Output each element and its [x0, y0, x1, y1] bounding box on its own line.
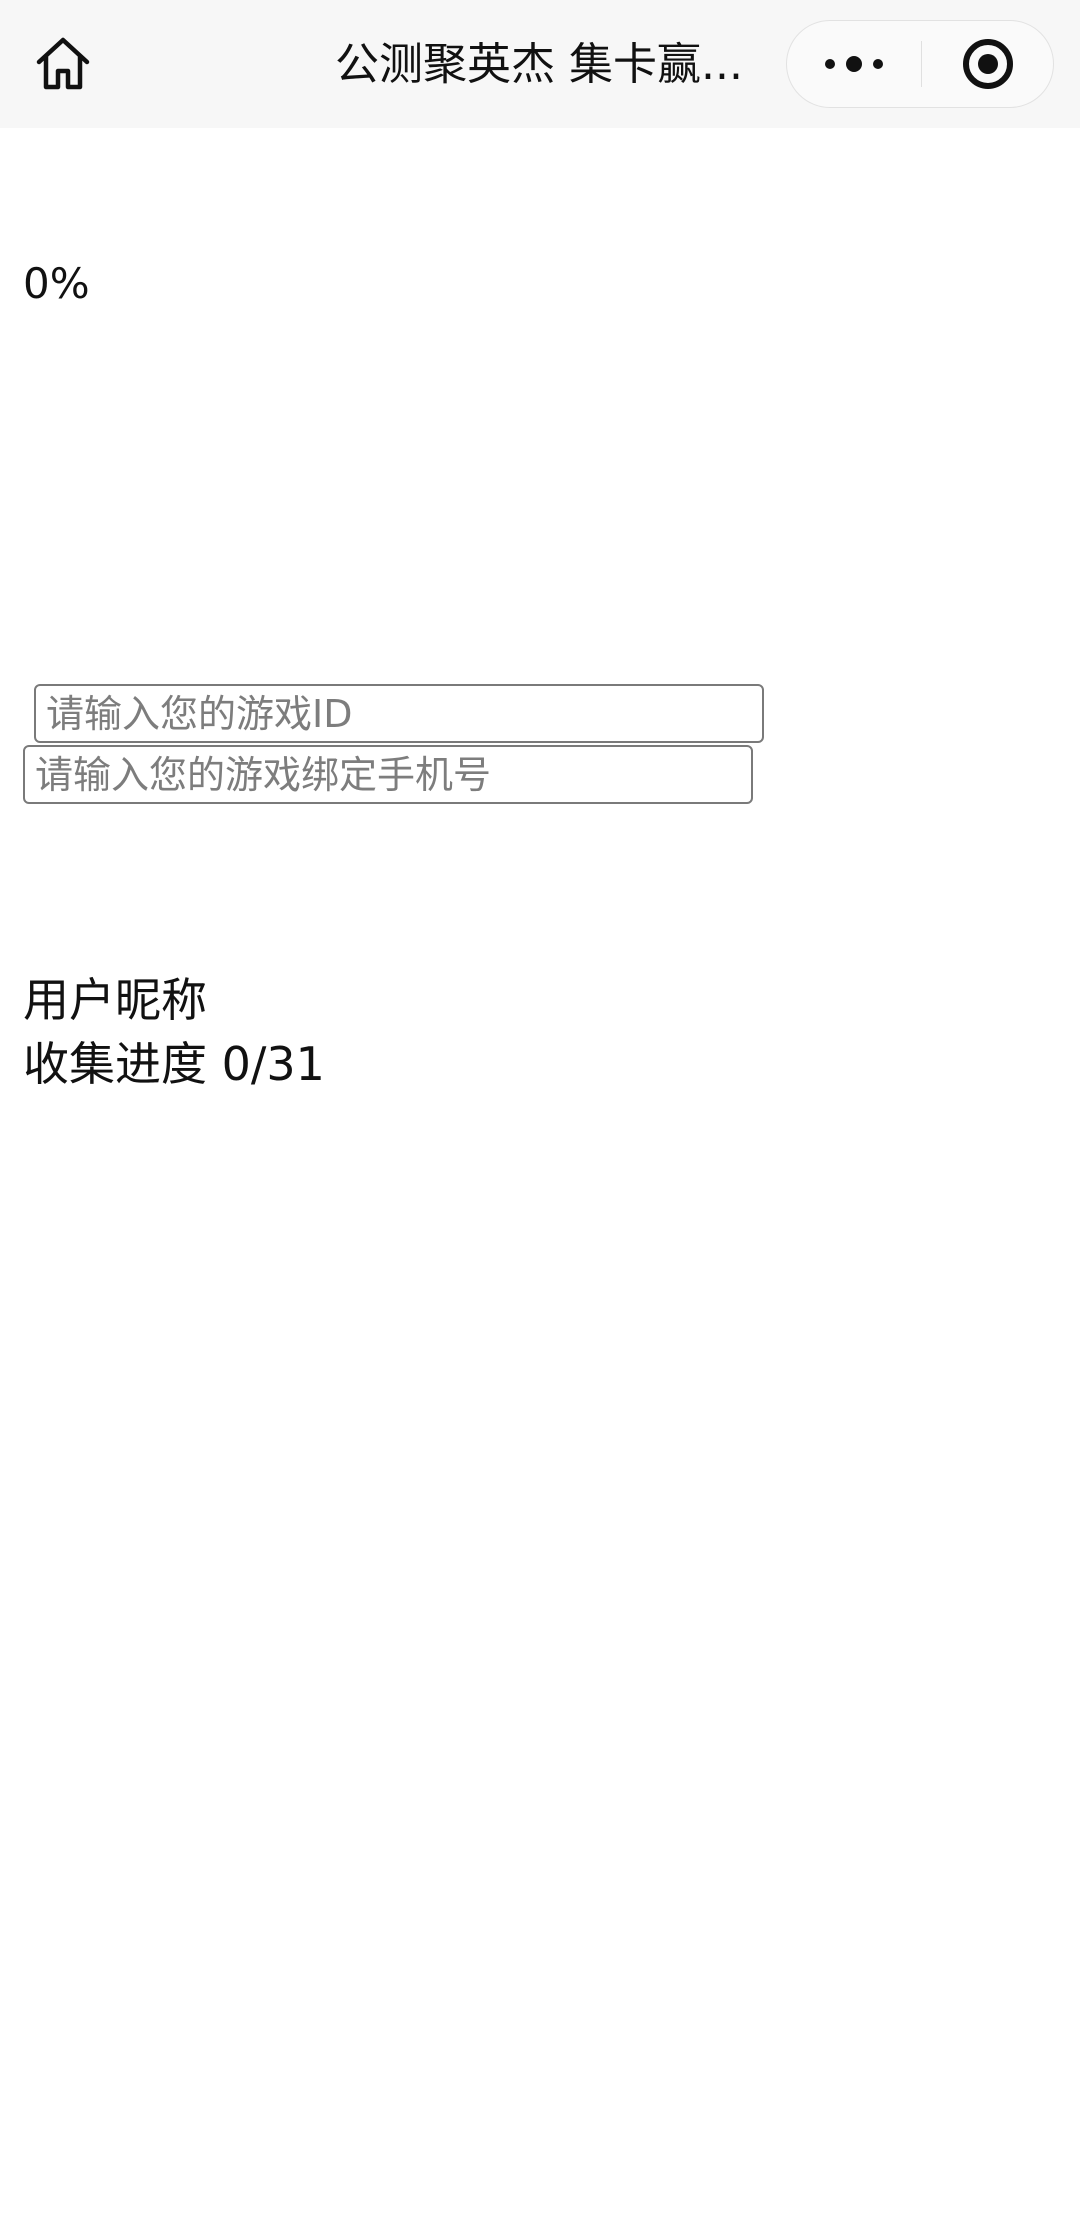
progress-value: 0/31: [221, 1037, 325, 1091]
home-icon: [36, 37, 90, 90]
home-button[interactable]: [28, 30, 98, 98]
target-close-icon: [963, 39, 1013, 89]
collection-progress: 收集进度 0/31: [23, 1036, 325, 1092]
capsule-menu: [786, 20, 1054, 108]
progress-percent: 0%: [23, 259, 90, 308]
navigation-bar: 公测聚英杰 集卡赢...: [0, 0, 1080, 128]
user-nickname: 用户昵称: [23, 973, 207, 1027]
page-title: 公测聚英杰 集卡赢...: [335, 39, 743, 90]
more-dots-icon: [825, 56, 883, 72]
game-id-input[interactable]: [34, 684, 764, 743]
close-button[interactable]: [922, 21, 1054, 107]
progress-label: 收集进度: [23, 1037, 207, 1091]
more-button[interactable]: [787, 21, 921, 107]
phone-input[interactable]: [23, 745, 753, 804]
